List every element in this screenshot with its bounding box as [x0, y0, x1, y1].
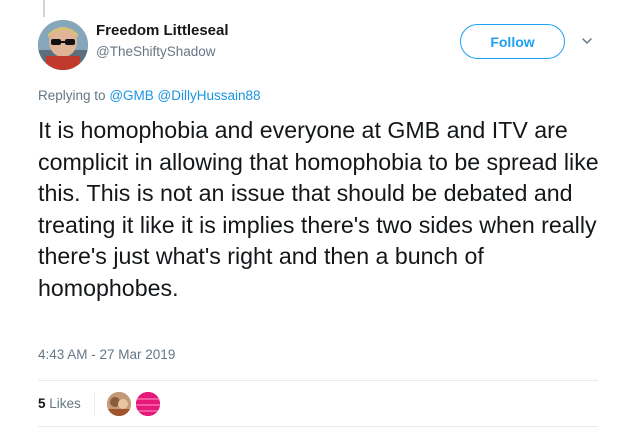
display-name[interactable]: Freedom Littleseal — [96, 22, 229, 40]
mention-link[interactable]: @DillyHussain88 — [158, 88, 261, 103]
likes-stat[interactable]: 5 Likes — [38, 396, 81, 412]
likes-count: 5 — [38, 396, 46, 411]
liker-avatar[interactable] — [107, 392, 131, 416]
liker-avatar[interactable] — [136, 392, 160, 416]
thread-connector-line — [43, 0, 45, 17]
vertical-separator — [94, 392, 95, 416]
likes-label: Likes — [49, 396, 81, 411]
follow-button[interactable]: Follow — [460, 24, 565, 59]
chevron-down-icon[interactable] — [580, 34, 594, 48]
divider — [38, 380, 598, 381]
divider — [38, 426, 598, 427]
user-handle[interactable]: @TheShiftyShadow — [96, 44, 216, 60]
reply-prefix: Replying to — [38, 88, 106, 103]
tweet-text: It is homophobia and everyone at GMB and… — [38, 117, 599, 301]
avatar[interactable] — [38, 20, 88, 70]
reply-context: Replying to @GMB @DillyHussain88 — [38, 88, 261, 104]
mention-link[interactable]: @GMB — [109, 88, 153, 103]
timestamp[interactable]: 4:43 AM - 27 Mar 2019 — [38, 347, 175, 363]
